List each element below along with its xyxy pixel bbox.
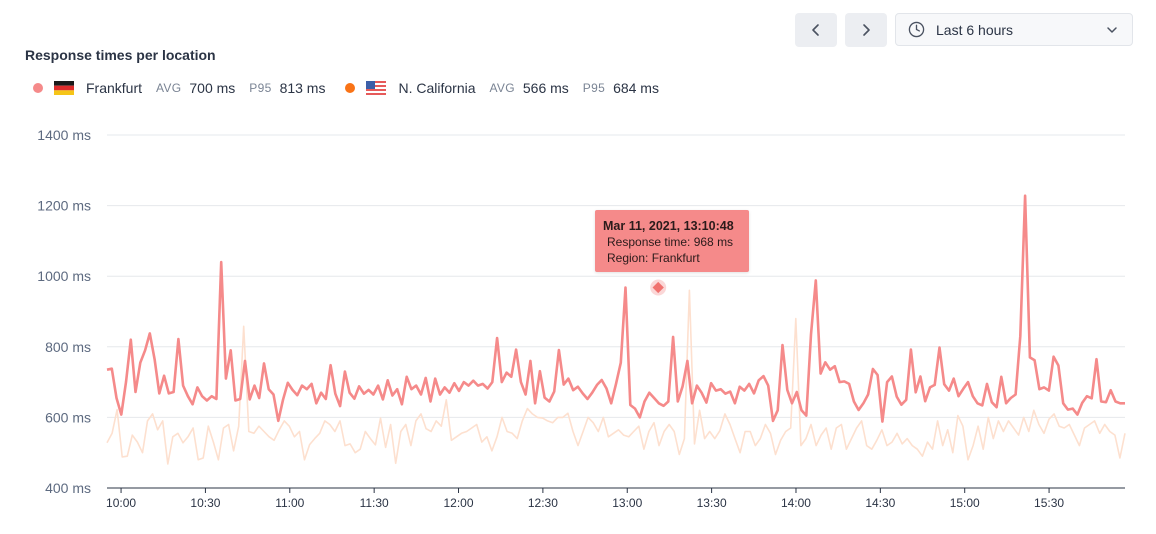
tooltip-region: Region: Frankfurt xyxy=(607,251,700,265)
y-tick-label: 800 ms xyxy=(45,339,91,355)
y-tick-label: 1000 ms xyxy=(37,268,91,284)
x-tick-label: 12:30 xyxy=(528,496,558,510)
x-tick-label: 10:00 xyxy=(106,496,136,510)
x-tick-label: 11:30 xyxy=(360,496,389,510)
x-tick-label: 15:30 xyxy=(1034,496,1064,510)
x-tick-label: 10:30 xyxy=(190,496,220,510)
x-tick-label: 15:00 xyxy=(950,496,980,510)
series-line-n-california xyxy=(106,289,1126,465)
tooltip-time: Mar 11, 2021, 13:10:48 xyxy=(603,219,734,233)
y-tick-label: 400 ms xyxy=(45,480,91,496)
x-tick-label: 11:00 xyxy=(275,496,304,510)
x-tick-label: 12:00 xyxy=(444,496,474,510)
response-time-chart: 400 ms 600 ms 800 ms 1000 ms 1200 ms 1400 ms 1… xyxy=(37,127,1126,510)
y-tick-label: 1400 ms xyxy=(37,127,91,143)
tooltip-response-time: Response time: 968 ms xyxy=(607,235,734,249)
y-tick-label: 600 ms xyxy=(45,409,91,425)
x-tick-label: 13:30 xyxy=(697,496,727,510)
data-point-tooltip: Mar 11, 2021, 13:10:48 Response time: 96… xyxy=(595,210,749,272)
x-tick-label: 14:30 xyxy=(865,496,895,510)
x-tick-label: 14:00 xyxy=(781,496,811,510)
x-tick-label: 13:00 xyxy=(612,496,642,510)
y-tick-label: 1200 ms xyxy=(37,198,91,214)
